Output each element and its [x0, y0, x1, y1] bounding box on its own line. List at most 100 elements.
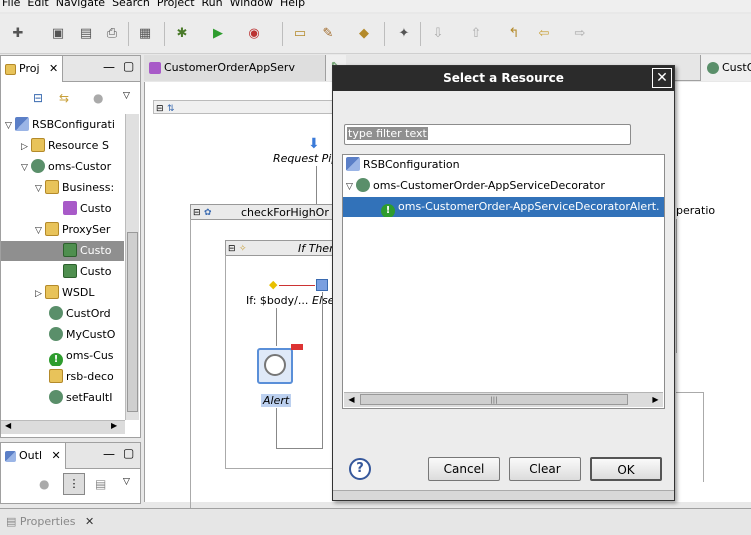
tree-item[interactable]: rsb-deco: [49, 367, 124, 387]
view-menu-icon[interactable]: ▽: [123, 477, 130, 487]
view-menu-icon[interactable]: ▽: [123, 91, 130, 101]
gear-icon: [49, 306, 63, 320]
mark-icon[interactable]: ✦: [394, 24, 414, 44]
last-edit-icon[interactable]: ↰: [504, 24, 524, 44]
tree-item[interactable]: ▽ oms-Custor: [21, 157, 124, 177]
save-icon[interactable]: ▣: [48, 24, 68, 44]
tree-item[interactable]: ▽ Business:: [35, 178, 124, 198]
vscroll-thumb[interactable]: [127, 232, 138, 412]
scroll-left-icon[interactable]: ◀: [5, 421, 11, 430]
tab-editor-1[interactable]: CustomerOrderAppServ: [144, 55, 326, 81]
condition-icon[interactable]: ◆: [269, 278, 277, 291]
menu-bar: File Edit Navigate Search Project Run Wi…: [0, 0, 751, 12]
project-tree-hscrollbar[interactable]: ◀ ▶: [1, 420, 125, 434]
tree-item[interactable]: CustOrd: [49, 304, 124, 324]
filter-icon[interactable]: ●: [93, 91, 103, 105]
close-icon[interactable]: ✕: [52, 449, 61, 462]
tree-item[interactable]: setFaultI: [49, 388, 124, 408]
tree-item[interactable]: Custo: [63, 262, 124, 282]
tree-item-decorator-alert[interactable]: ! oms-CustomerOrder-AppServiceDecoratorAl…: [343, 197, 664, 217]
menu-run[interactable]: Run: [202, 0, 230, 12]
stage-header[interactable]: ⊟ ✿ checkForHighOr: [190, 204, 335, 220]
if-then-header[interactable]: ⊟ ✧ If Then: [225, 240, 336, 256]
overview-icon[interactable]: ▤: [95, 477, 106, 491]
minimize-icon[interactable]: —: [103, 447, 115, 461]
forward-icon[interactable]: ⇨: [570, 24, 590, 44]
close-icon[interactable]: ✕: [652, 68, 672, 88]
expand-icon[interactable]: ▽: [35, 179, 45, 198]
save-all-icon[interactable]: ▤: [76, 24, 96, 44]
maximize-icon[interactable]: ▢: [123, 59, 134, 73]
alert-icon: !: [381, 204, 395, 217]
print-icon[interactable]: ⎙: [102, 24, 122, 44]
debug-icon[interactable]: ✱: [172, 24, 192, 44]
filter-placeholder: type filter text: [347, 127, 428, 140]
menu-edit[interactable]: Edit: [27, 0, 55, 12]
expand-icon[interactable]: ▷: [21, 137, 31, 156]
open-type-icon[interactable]: ✎: [318, 24, 338, 44]
menu-file[interactable]: File: [0, 0, 27, 12]
open-resource-icon[interactable]: ◆: [354, 24, 374, 44]
tab-properties[interactable]: ▤ Properties ✕: [2, 513, 98, 533]
expand-icon[interactable]: ▷: [35, 284, 45, 303]
tree-item-decorator[interactable]: ▽ oms-CustomerOrder-AppServiceDecorator: [343, 176, 664, 196]
tree-item[interactable]: ! oms-Cus: [49, 346, 124, 366]
alert-action-box[interactable]: [257, 348, 293, 384]
scroll-left-icon[interactable]: ◀: [344, 393, 359, 407]
close-icon[interactable]: ✕: [49, 62, 58, 75]
next-annotation-icon[interactable]: ⇩: [428, 24, 448, 44]
menu-navigate[interactable]: Navigate: [56, 0, 112, 12]
scroll-right-icon[interactable]: ▶: [648, 393, 663, 407]
project-tree-vscrollbar[interactable]: [125, 114, 139, 420]
tab-outline[interactable]: Outl ✕: [1, 443, 66, 469]
tree-item-rsbconfiguration[interactable]: RSBConfiguration: [343, 155, 664, 175]
tree-view-icon[interactable]: ⋮: [63, 473, 85, 495]
scroll-right-icon[interactable]: ▶: [111, 421, 117, 430]
back-icon[interactable]: ⇦: [534, 24, 554, 44]
tab-editor-3[interactable]: CustO: [700, 55, 751, 81]
resource-tree-hscrollbar[interactable]: ◀ ||| ▶: [344, 392, 663, 407]
tree-item[interactable]: MyCustO: [49, 325, 124, 345]
service-icon: [31, 159, 45, 173]
expand-icon[interactable]: ▽: [21, 158, 31, 177]
expand-icon[interactable]: ▽: [346, 177, 356, 196]
filter-input[interactable]: type filter text: [344, 124, 631, 145]
maximize-icon[interactable]: ▢: [123, 446, 134, 460]
filter-icon[interactable]: ●: [39, 477, 49, 491]
minimize-icon[interactable]: —: [103, 60, 115, 74]
close-icon[interactable]: ✕: [85, 515, 94, 528]
clear-button[interactable]: Clear: [509, 457, 581, 481]
tree-item[interactable]: ▽ ProxySer: [35, 220, 124, 240]
run-external-icon[interactable]: ◉: [244, 24, 264, 44]
tab-project-explorer[interactable]: Proj ✕: [1, 56, 64, 82]
new-icon[interactable]: ✚: [8, 24, 28, 44]
stage-label: checkForHighOr: [241, 206, 329, 219]
binary-icon[interactable]: ▦: [135, 24, 155, 44]
collapse-icon[interactable]: ⊟: [154, 104, 164, 114]
link-with-editor-icon[interactable]: ⇆: [59, 91, 69, 105]
ok-button[interactable]: OK: [590, 457, 662, 481]
hscroll-thumb[interactable]: |||: [360, 394, 628, 405]
previous-annotation-icon[interactable]: ⇧: [466, 24, 486, 44]
else-branch-icon[interactable]: [316, 279, 328, 291]
tree-item[interactable]: ▷ Resource S: [21, 136, 124, 156]
tree-item[interactable]: ▷ WSDL: [35, 283, 124, 303]
menu-project[interactable]: Project: [157, 0, 202, 12]
run-icon[interactable]: ▶: [208, 24, 228, 44]
menu-search[interactable]: Search: [112, 0, 157, 12]
expand-icon[interactable]: ▽: [5, 116, 15, 135]
menu-help[interactable]: Help: [280, 0, 312, 12]
tree-item[interactable]: ▽ RSBConfigurati: [5, 115, 124, 135]
collapse-icon[interactable]: ⊟: [191, 208, 201, 218]
folder-icon: [31, 138, 45, 152]
expand-icon[interactable]: ▽: [35, 221, 45, 240]
collapse-all-icon[interactable]: ⊟: [33, 91, 43, 105]
tree-item[interactable]: Custo: [1, 241, 124, 261]
menu-window[interactable]: Window: [230, 0, 280, 12]
tree-item[interactable]: Custo: [63, 199, 124, 219]
collapse-icon[interactable]: ⊟: [226, 244, 236, 254]
cancel-button[interactable]: Cancel: [428, 457, 500, 481]
tree-item-label: CustOrd: [66, 307, 111, 320]
open-folder-icon[interactable]: ▭: [290, 24, 310, 44]
help-icon[interactable]: ?: [349, 458, 371, 480]
